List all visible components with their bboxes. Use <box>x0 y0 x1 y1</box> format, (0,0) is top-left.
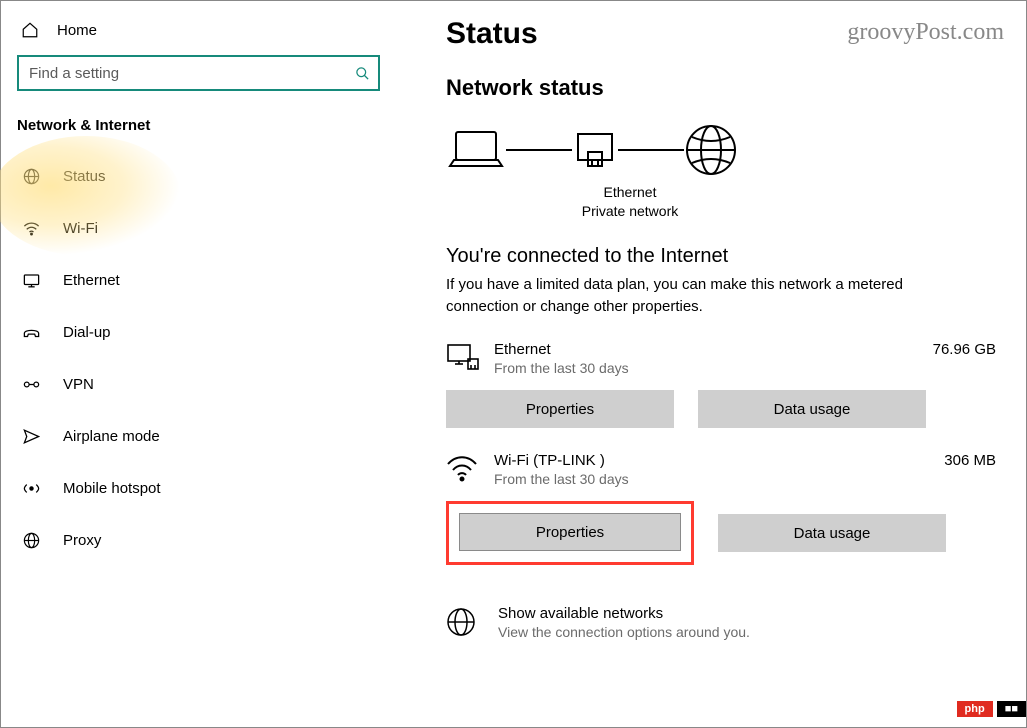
sidebar-item-label: Status <box>63 168 106 185</box>
home-icon <box>21 21 39 39</box>
vpn-icon <box>21 375 41 394</box>
connection-line <box>618 149 684 151</box>
status-heading: Network status <box>446 75 996 101</box>
sidebar-item-label: Dial-up <box>63 324 111 341</box>
home-label: Home <box>57 22 97 39</box>
wifi-properties-button[interactable]: Properties <box>459 513 681 551</box>
network-usage: 306 MB <box>906 452 996 469</box>
globe-icon <box>21 167 41 186</box>
sidebar-item-wifi[interactable]: Wi-Fi <box>1 202 396 254</box>
globe-outline-icon <box>446 605 486 637</box>
show-available-networks[interactable]: Show available networks View the connect… <box>446 605 996 640</box>
sidebar-item-label: Wi-Fi <box>63 220 98 237</box>
network-ethernet: Ethernet From the last 30 days 76.96 GB <box>446 341 996 376</box>
watermark: groovyPost.com <box>847 19 1004 46</box>
connection-line <box>506 149 572 151</box>
footer-badge: php ■■ <box>957 701 1026 717</box>
ethernet-properties-button[interactable]: Properties <box>446 390 674 428</box>
hotspot-icon <box>21 479 41 498</box>
airplane-icon <box>21 427 41 446</box>
sidebar-item-airplane[interactable]: Airplane mode <box>1 410 396 462</box>
dialup-icon <box>21 325 41 340</box>
wifi-data-usage-button[interactable]: Data usage <box>718 514 946 552</box>
ethernet-card-icon <box>446 341 494 373</box>
network-name: Wi-Fi (TP-LINK ) <box>494 452 906 469</box>
network-usage: 76.96 GB <box>906 341 996 358</box>
network-sub: From the last 30 days <box>494 360 906 376</box>
globe-large-icon <box>684 123 738 177</box>
available-sub: View the connection options around you. <box>498 624 750 640</box>
network-name: Ethernet <box>494 341 906 358</box>
sidebar-item-label: Airplane mode <box>63 428 160 445</box>
network-sub: From the last 30 days <box>494 471 906 487</box>
wifi-signal-icon <box>446 452 494 482</box>
search-input[interactable] <box>29 65 355 82</box>
ethernet-data-usage-button[interactable]: Data usage <box>698 390 926 428</box>
sidebar-item-proxy[interactable]: Proxy <box>1 514 396 566</box>
home-link[interactable]: Home <box>1 13 396 49</box>
sidebar-item-status[interactable]: Status <box>1 150 396 202</box>
php-badge: php <box>957 701 993 717</box>
sidebar-item-ethernet[interactable]: Ethernet <box>1 254 396 306</box>
sidebar-item-label: Mobile hotspot <box>63 480 161 497</box>
connected-heading: You're connected to the Internet <box>446 245 996 268</box>
sidebar-item-dialup[interactable]: Dial-up <box>1 306 396 358</box>
network-diagram <box>446 123 996 177</box>
proxy-icon <box>21 531 41 550</box>
section-title: Network & Internet <box>1 103 396 142</box>
highlight-callout: Properties <box>446 501 694 565</box>
diagram-sublabel: Private network <box>570 202 690 221</box>
sidebar-item-vpn[interactable]: VPN <box>1 358 396 410</box>
wifi-icon <box>21 219 41 238</box>
ethernet-icon <box>21 271 41 290</box>
search-box[interactable] <box>17 55 380 91</box>
laptop-icon <box>446 126 506 174</box>
router-icon <box>572 128 618 172</box>
sidebar-item-hotspot[interactable]: Mobile hotspot <box>1 462 396 514</box>
available-title: Show available networks <box>498 605 750 622</box>
network-wifi: Wi-Fi (TP-LINK ) From the last 30 days 3… <box>446 452 996 487</box>
sidebar: Home Network & Internet Status <box>1 1 396 727</box>
diagram-label: Ethernet <box>570 183 690 202</box>
sidebar-item-label: Ethernet <box>63 272 120 289</box>
sidebar-item-label: Proxy <box>63 532 101 549</box>
main-content: groovyPost.com Status Network status <box>396 1 1026 727</box>
sidebar-nav: Status Wi-Fi Ethernet Dial-up <box>1 150 396 566</box>
cn-badge: ■■ <box>997 701 1026 717</box>
sidebar-item-label: VPN <box>63 376 94 393</box>
connected-description: If you have a limited data plan, you can… <box>446 274 966 318</box>
search-icon <box>355 66 370 81</box>
